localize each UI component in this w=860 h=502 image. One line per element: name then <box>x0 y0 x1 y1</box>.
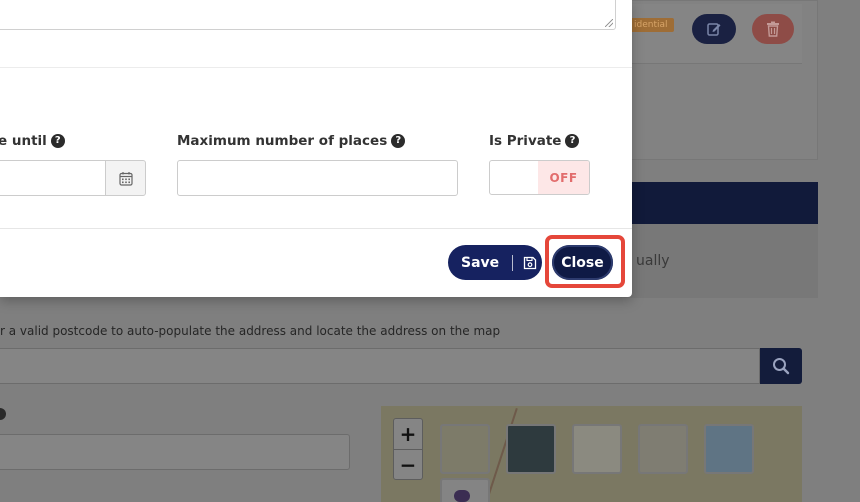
modal-dialog: e until ? Maximum number of places ? Is … <box>0 0 632 297</box>
trash-icon <box>767 21 779 37</box>
zoom-in-button[interactable]: + <box>394 419 422 449</box>
divider <box>0 67 632 68</box>
is-private-label: Is Private ? <box>489 133 580 149</box>
postcode-hint: r a valid postcode to auto-populate the … <box>0 324 501 338</box>
save-button-label: Save <box>461 254 500 271</box>
search-button[interactable] <box>760 348 802 384</box>
available-until-input[interactable] <box>0 160 106 196</box>
floppy-disk-icon <box>523 256 537 270</box>
save-button[interactable]: Save <box>448 245 542 280</box>
background-band <box>600 224 818 298</box>
pencil-square-icon <box>707 23 721 36</box>
footer-divider <box>0 228 632 229</box>
map-layer-satellite[interactable] <box>506 424 556 474</box>
map[interactable]: + − <box>381 406 802 502</box>
max-places-label-text: Maximum number of places <box>177 133 388 149</box>
calendar-icon <box>118 171 133 186</box>
available-until-label-text: e until <box>0 133 47 149</box>
is-private-toggle[interactable]: OFF <box>489 160 590 195</box>
max-places-label: Maximum number of places ? <box>177 133 406 149</box>
calendar-button[interactable] <box>105 160 146 196</box>
residential-badge: idential <box>628 18 674 32</box>
map-layer-hybrid[interactable] <box>704 424 754 474</box>
background-text-input[interactable] <box>0 434 350 470</box>
map-layer-extra[interactable] <box>440 478 490 502</box>
max-places-input[interactable] <box>177 160 458 196</box>
resize-grip-icon[interactable] <box>605 19 613 27</box>
search-icon <box>773 358 790 375</box>
map-layer-outdoors[interactable] <box>638 424 688 474</box>
question-circle-icon[interactable]: ? <box>391 134 406 148</box>
is-private-label-text: Is Private <box>489 133 562 149</box>
toggle-off-state: OFF <box>538 161 589 194</box>
map-zoom-control: + − <box>393 418 423 480</box>
manually-text: ually <box>636 253 670 269</box>
map-layer-streets[interactable] <box>440 424 490 474</box>
question-circle-icon <box>0 408 6 420</box>
question-circle-icon[interactable]: ? <box>565 134 580 148</box>
map-layer-thumb <box>454 490 470 502</box>
map-layer-terrain[interactable] <box>572 424 622 474</box>
postcode-search-input[interactable] <box>0 348 760 384</box>
available-until-label: e until ? <box>0 133 65 149</box>
background-section-header <box>600 182 818 224</box>
question-circle-icon[interactable]: ? <box>50 134 65 148</box>
close-button-highlight <box>545 235 625 288</box>
map-layer-switcher <box>440 424 754 474</box>
zoom-out-button[interactable]: − <box>394 449 422 479</box>
delete-button[interactable] <box>752 14 794 44</box>
save-button-separator <box>512 254 514 271</box>
description-textarea[interactable] <box>0 0 616 30</box>
edit-button[interactable] <box>692 14 736 44</box>
